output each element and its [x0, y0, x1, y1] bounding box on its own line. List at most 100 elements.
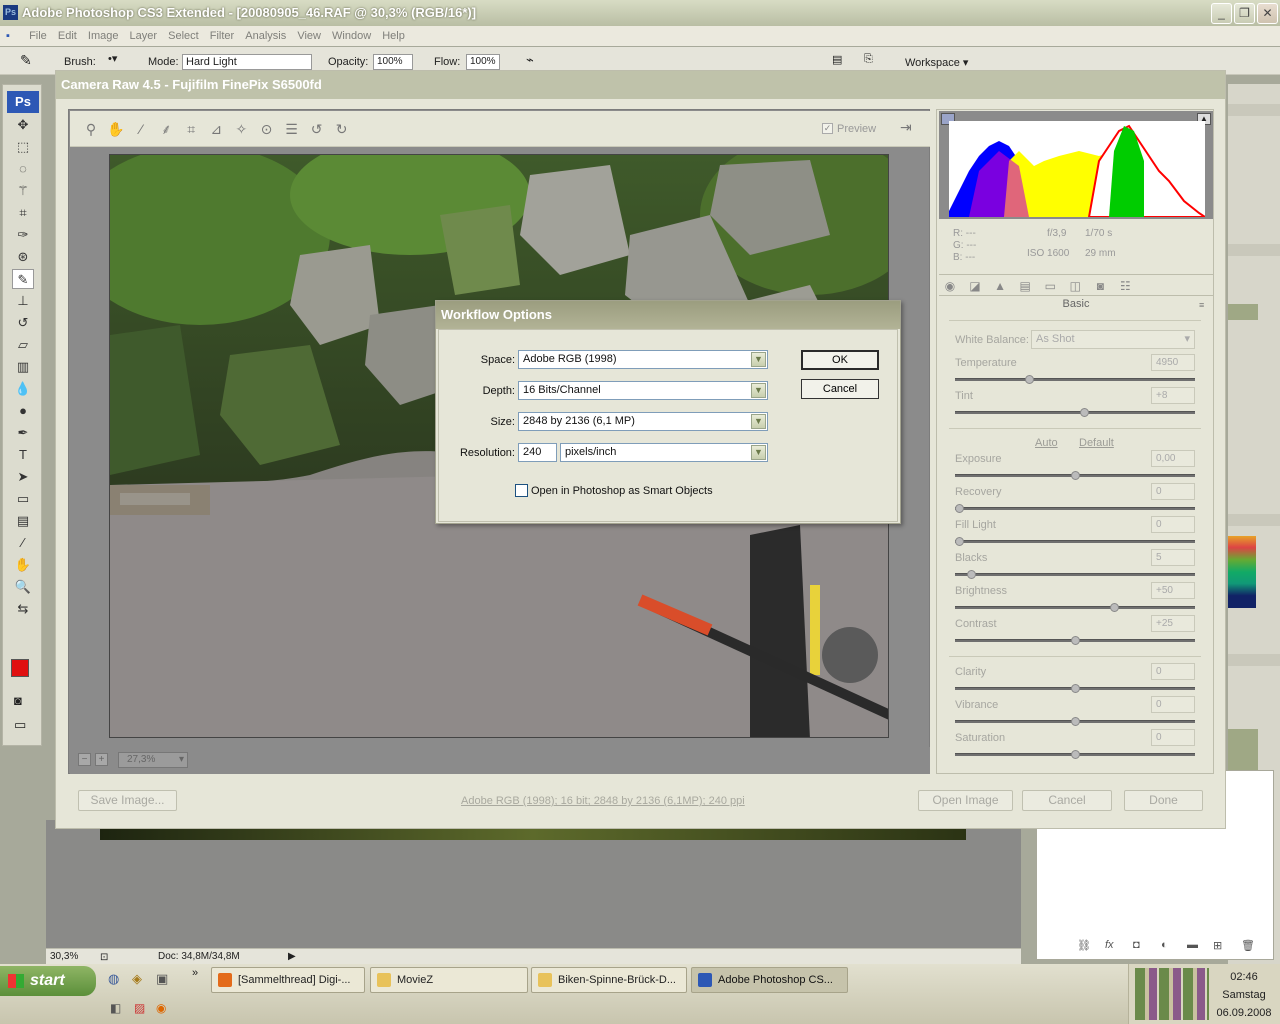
- minimize-button[interactable]: _: [1211, 3, 1232, 24]
- slider-thumb[interactable]: [955, 504, 964, 513]
- swatches-grid[interactable]: [1228, 536, 1256, 608]
- zoom-icon[interactable]: ⚲: [80, 118, 102, 140]
- slider-thumb[interactable]: [1080, 408, 1089, 417]
- status-menu-arrow-icon[interactable]: ▶: [288, 949, 296, 964]
- basic-tab-icon[interactable]: ◉: [939, 277, 961, 295]
- tray-app-icon[interactable]: ▨: [134, 1001, 145, 1015]
- slider-value-input[interactable]: +25: [1151, 615, 1195, 632]
- healing-brush-tool-icon[interactable]: ⊛: [12, 247, 34, 267]
- slider-value-input[interactable]: 0: [1151, 729, 1195, 746]
- swap-colors-icon[interactable]: ⇆: [12, 599, 34, 619]
- palette-icon[interactable]: ▤: [832, 53, 842, 66]
- menu-window[interactable]: Window: [328, 26, 375, 42]
- slider-value-input[interactable]: 0: [1151, 516, 1195, 533]
- slider-thumb[interactable]: [1071, 636, 1080, 645]
- slider-track[interactable]: [955, 375, 1195, 384]
- brush-preset-picker[interactable]: •▾: [108, 52, 117, 65]
- hand-icon[interactable]: ✋: [105, 118, 127, 140]
- slider-thumb[interactable]: [1025, 375, 1034, 384]
- magic-wand-tool-icon[interactable]: ⚚: [12, 181, 34, 201]
- mode-select[interactable]: Hard Light: [182, 54, 312, 70]
- menu-view[interactable]: View: [293, 26, 325, 42]
- menu-select[interactable]: Select: [164, 26, 203, 42]
- retouch-icon[interactable]: ✧: [230, 118, 252, 140]
- task-folder-moviez[interactable]: MovieZ: [370, 967, 528, 993]
- space-select[interactable]: Adobe RGB (1998) ▼: [518, 350, 768, 369]
- lasso-tool-icon[interactable]: ◌: [12, 159, 34, 179]
- crop-tool-icon[interactable]: ⌗: [12, 203, 34, 223]
- task-firefox[interactable]: [Sammelthread] Digi-...: [211, 967, 365, 993]
- foreground-color-swatch[interactable]: [11, 659, 29, 677]
- slider-track[interactable]: [955, 408, 1195, 417]
- slider-thumb[interactable]: [1071, 750, 1080, 759]
- new-group-icon[interactable]: ▬: [1187, 939, 1198, 951]
- menu-layer[interactable]: Layer: [126, 26, 162, 42]
- stamp-tool-icon[interactable]: ⊥: [12, 291, 34, 311]
- menu-file[interactable]: File: [25, 26, 51, 42]
- move-tool-icon[interactable]: ✥: [12, 115, 34, 135]
- slider-track[interactable]: [955, 603, 1195, 612]
- eyedropper-tool-icon[interactable]: ⁄: [12, 533, 34, 553]
- tone-curve-tab-icon[interactable]: ◪: [964, 277, 986, 295]
- slider-thumb[interactable]: [1071, 717, 1080, 726]
- zoom-in-button[interactable]: +: [95, 753, 108, 766]
- slider-track[interactable]: [955, 504, 1195, 513]
- menu-filter[interactable]: Filter: [206, 26, 238, 42]
- smart-objects-checkbox[interactable]: [515, 484, 528, 497]
- desktop-quicklaunch-icon[interactable]: ▣: [156, 971, 168, 987]
- slider-value-input[interactable]: 0,00: [1151, 450, 1195, 467]
- type-tool-icon[interactable]: T: [12, 445, 34, 465]
- slider-track[interactable]: [955, 717, 1195, 726]
- notes-tool-icon[interactable]: ▤: [12, 511, 34, 531]
- rotate-left-icon[interactable]: ↺: [306, 118, 328, 140]
- slider-value-input[interactable]: 0: [1151, 663, 1195, 680]
- status-options-icon[interactable]: ⊡: [100, 950, 108, 965]
- layer-style-icon[interactable]: fx: [1105, 939, 1114, 951]
- history-brush-tool-icon[interactable]: ↺: [12, 313, 34, 333]
- save-image-button[interactable]: Save Image...: [78, 790, 177, 811]
- tray-app-icon[interactable]: ◧: [110, 1001, 121, 1015]
- eraser-tool-icon[interactable]: ▱: [12, 335, 34, 355]
- zoom-level-select[interactable]: 27,3% ▾: [118, 752, 188, 768]
- lens-corrections-tab-icon[interactable]: ◫: [1064, 277, 1086, 295]
- pen-tool-icon[interactable]: ✒: [12, 423, 34, 443]
- slider-track[interactable]: [955, 537, 1195, 546]
- task-photoshop[interactable]: Adobe Photoshop CS...: [691, 967, 848, 993]
- quicklaunch-more-icon[interactable]: »: [192, 967, 198, 979]
- camera-calibration-tab-icon[interactable]: ◙: [1089, 277, 1111, 295]
- split-toning-tab-icon[interactable]: ▭: [1039, 277, 1061, 295]
- cancel-button[interactable]: Cancel: [1022, 790, 1112, 811]
- white-balance-select[interactable]: As Shot ▾: [1031, 330, 1195, 349]
- opacity-input[interactable]: 100%: [373, 54, 413, 70]
- depth-select[interactable]: 16 Bits/Channel ▼: [518, 381, 768, 400]
- straighten-icon[interactable]: ⊿: [205, 118, 227, 140]
- detail-tab-icon[interactable]: ▲: [989, 277, 1011, 295]
- red-eye-icon[interactable]: ⊙: [255, 118, 277, 140]
- airbrush-icon[interactable]: ⌁: [526, 52, 534, 68]
- clock[interactable]: 02:46 Samstag 06.09.2008: [1209, 968, 1279, 1022]
- white-balance-icon[interactable]: ⁄: [130, 118, 152, 140]
- brush-tool-icon[interactable]: ✎: [12, 269, 34, 289]
- presets-tab-icon[interactable]: ☷: [1114, 277, 1136, 295]
- close-button[interactable]: ✕: [1257, 3, 1278, 24]
- slider-track[interactable]: [955, 570, 1195, 579]
- slider-value-input[interactable]: +50: [1151, 582, 1195, 599]
- slider-value-input[interactable]: 0: [1151, 483, 1195, 500]
- zoom-out-button[interactable]: −: [78, 753, 91, 766]
- link-layers-icon[interactable]: ⛓: [1077, 939, 1091, 952]
- cancel-button[interactable]: Cancel: [801, 379, 879, 399]
- tray-icons[interactable]: [1135, 968, 1209, 1020]
- rotate-right-icon[interactable]: ↻: [331, 118, 353, 140]
- hand-tool-icon[interactable]: ✋: [12, 555, 34, 575]
- status-zoom[interactable]: 30,3%: [50, 949, 78, 964]
- resolution-input[interactable]: 240: [518, 443, 557, 462]
- file-browser-icon[interactable]: ⎘: [864, 53, 873, 66]
- workflow-options-link[interactable]: Adobe RGB (1998); 16 bit; 2848 by 2136 (…: [461, 795, 745, 807]
- task-folder-biken[interactable]: Biken-Spinne-Brück-D...: [531, 967, 687, 993]
- slider-thumb[interactable]: [1110, 603, 1119, 612]
- ie-quicklaunch-icon[interactable]: ◍: [108, 971, 119, 987]
- preview-checkbox[interactable]: ✓: [822, 123, 833, 134]
- ok-button[interactable]: OK: [801, 350, 879, 370]
- new-layer-icon[interactable]: ⊞: [1213, 939, 1222, 952]
- layer-mask-icon[interactable]: ◘: [1133, 939, 1140, 951]
